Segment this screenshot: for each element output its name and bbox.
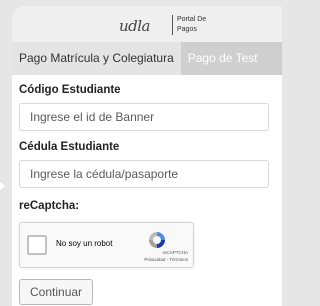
- student-code-input[interactable]: Ingrese el id de Banner: [19, 103, 269, 131]
- continue-button[interactable]: Continuar: [19, 279, 94, 305]
- logo-divider: [172, 15, 173, 35]
- student-id-label: Cédula Estudiante: [19, 141, 120, 153]
- tab-bar: Pago Matrícula y Colegiatura Pago de Tes…: [12, 42, 282, 75]
- portal-title: Portal De Pagos: [177, 15, 206, 35]
- portal-header: udla Portal De Pagos: [12, 6, 282, 42]
- recaptcha-widget: No soy un robot reCAPTCHA Privacidad - T…: [19, 222, 194, 268]
- recaptcha-links[interactable]: Privacidad - Términos: [144, 257, 188, 262]
- tab-pago-matricula[interactable]: Pago Matrícula y Colegiatura: [12, 42, 181, 75]
- payment-form: Código Estudiante Ingrese el id de Banne…: [12, 84, 282, 305]
- recaptcha-icon: [149, 232, 165, 248]
- recaptcha-label: reCaptcha:: [19, 200, 80, 212]
- recaptcha-brand: reCAPTCHA: [162, 250, 188, 255]
- student-code-label: Código Estudiante: [19, 84, 121, 96]
- recaptcha-checkbox[interactable]: [27, 235, 47, 255]
- portal-title-line1: Portal De: [177, 16, 207, 23]
- portal-title-line2: Pagos: [177, 26, 197, 33]
- recaptcha-checkbox-label: No soy un robot: [56, 239, 113, 248]
- left-arrow-icon[interactable]: [0, 182, 5, 190]
- student-id-input[interactable]: Ingrese la cédula/pasaporte: [19, 160, 269, 188]
- tab-pago-test[interactable]: Pago de Test: [181, 42, 265, 75]
- udla-logo: udla: [119, 17, 151, 35]
- payment-card: udla Portal De Pagos Pago Matrícula y Co…: [12, 6, 282, 306]
